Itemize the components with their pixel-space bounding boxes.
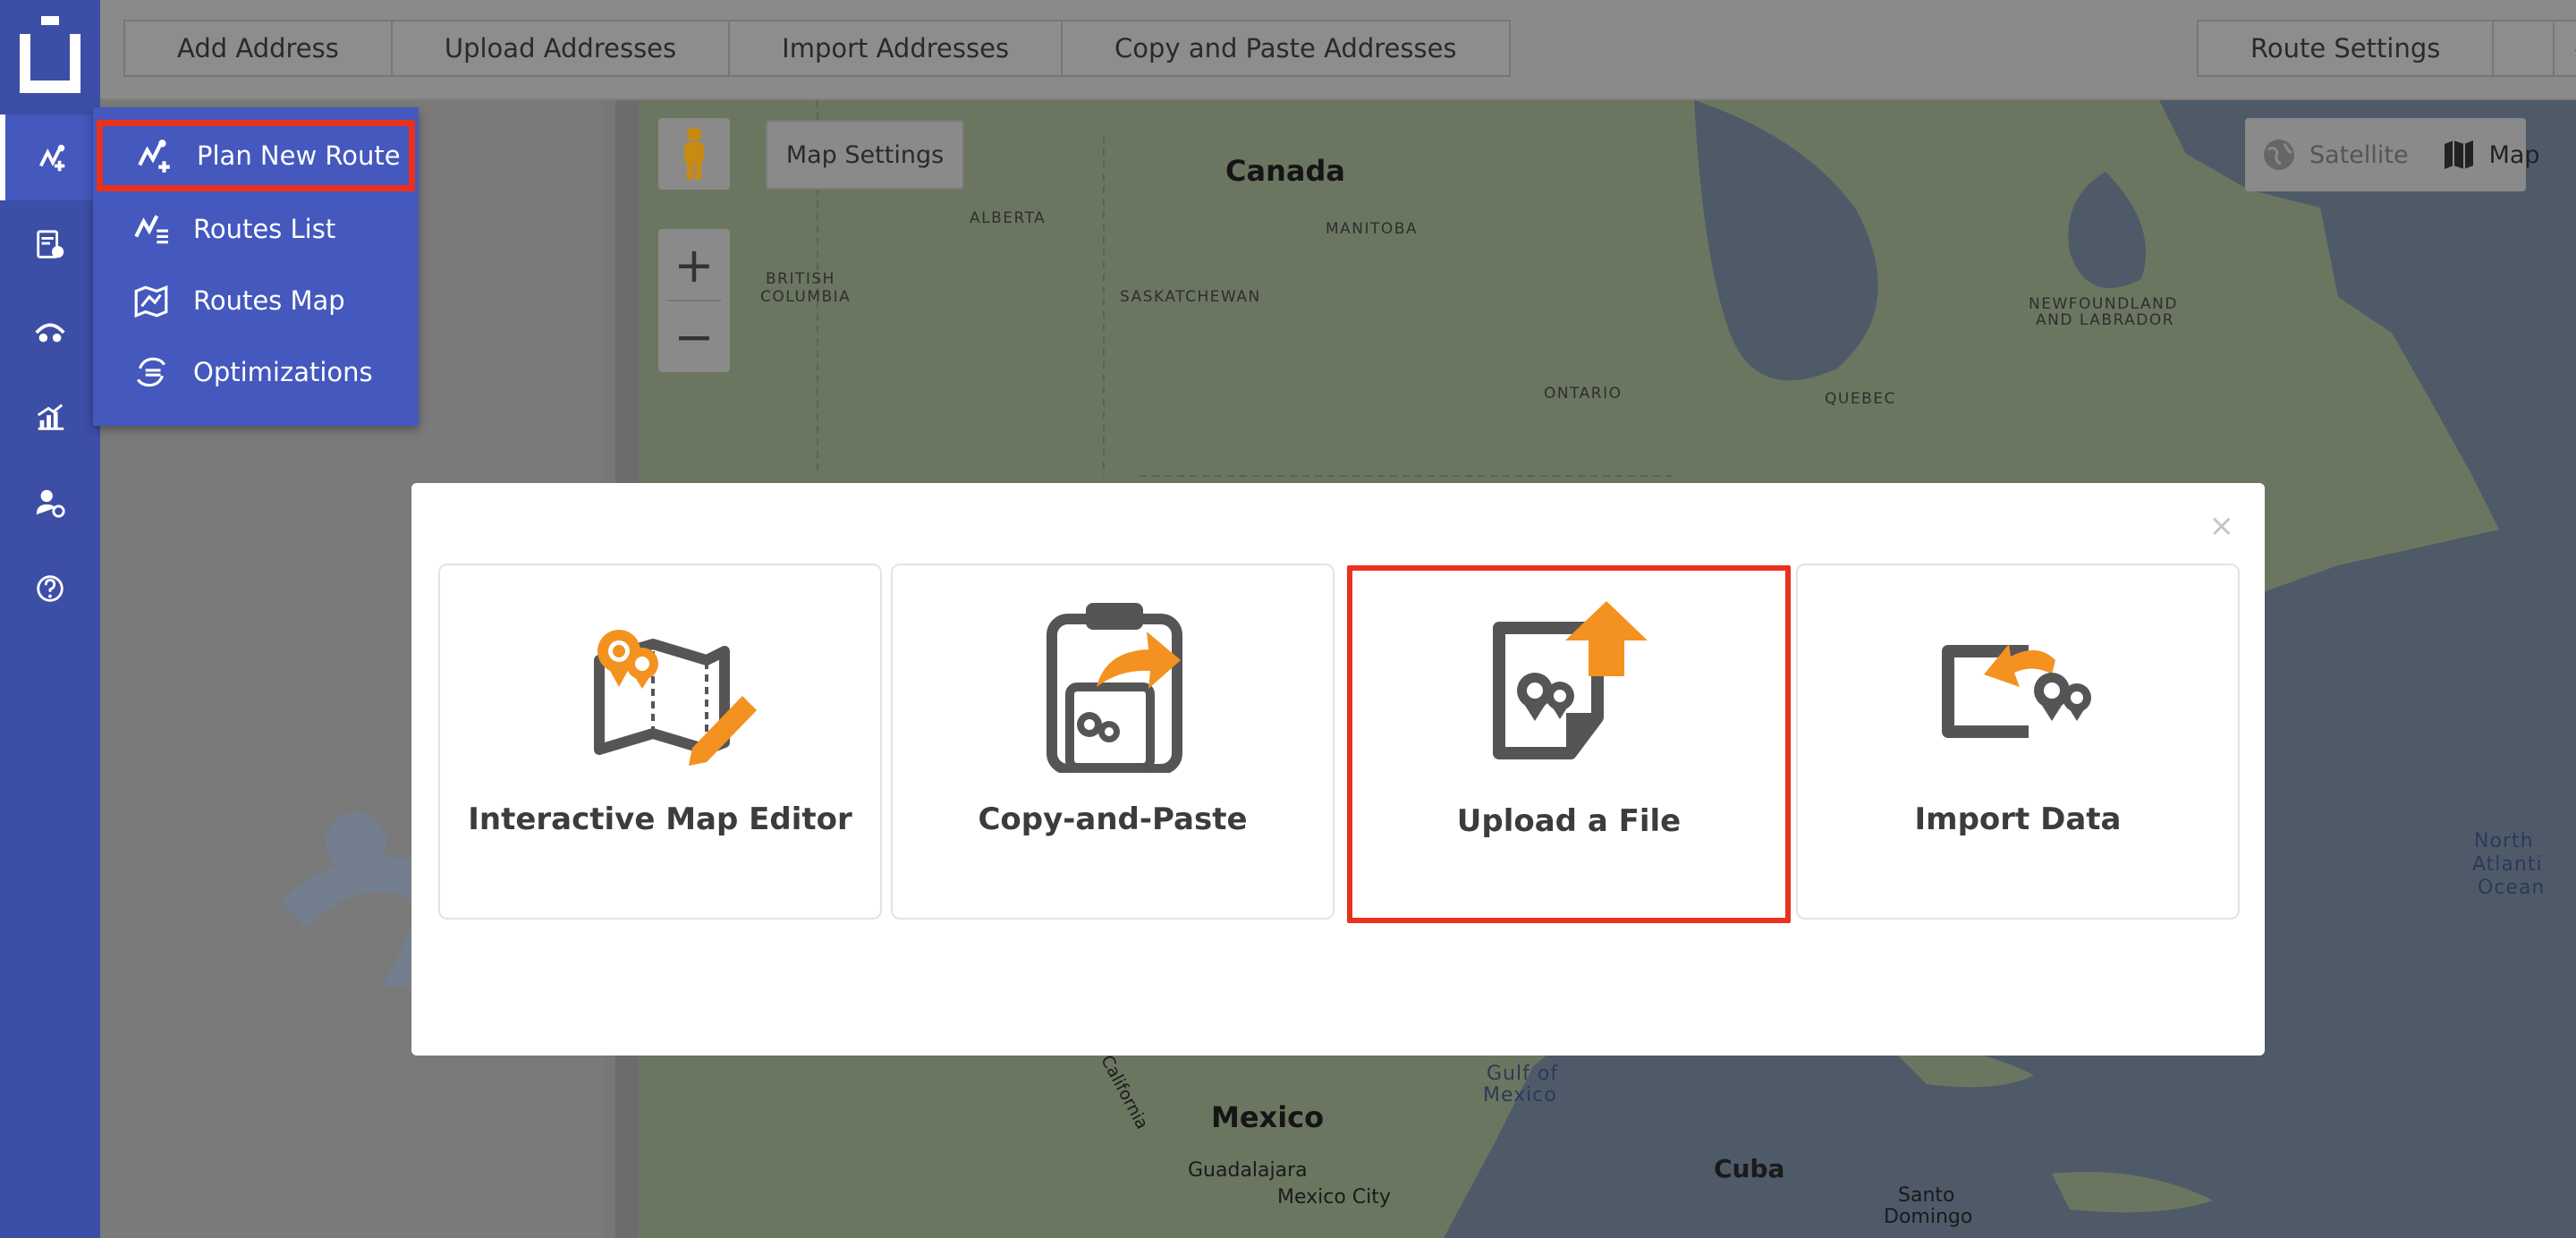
map-label-canada: Canada [1225, 154, 1345, 188]
sidebar [0, 0, 100, 1238]
map-label-cuba: Cuba [1714, 1154, 1785, 1183]
help-icon [37, 575, 64, 602]
card-interactive-map-editor[interactable]: Interactive Map Editor [438, 564, 882, 920]
address-actions-group: Add Address Upload Addresses Import Addr… [123, 20, 1511, 77]
card-label: Interactive Map Editor [468, 801, 852, 837]
optimizations-icon [136, 357, 166, 387]
globe-icon [2264, 140, 2294, 170]
file-upload-icon [1493, 601, 1648, 759]
map-label-newfoundland-1: NEWFOUNDLAND [2029, 295, 2178, 313]
sidebar-item-routes[interactable] [0, 114, 100, 200]
analytics-icon [37, 403, 64, 430]
add-address-button[interactable]: Add Address [125, 21, 393, 75]
map-label-mexico: Mexico [1211, 1100, 1325, 1134]
map-type-control: Satellite Map [2245, 118, 2540, 191]
sidebar-item-analytics[interactable] [0, 374, 100, 460]
sidebar-item-user-settings[interactable] [0, 460, 100, 546]
pegman-icon [684, 127, 704, 180]
map-label-manitoba: MANITOBA [1326, 220, 1419, 238]
map-settings-button[interactable]: Map Settings [766, 120, 964, 190]
sidebar-item-help[interactable] [0, 546, 100, 632]
map-label-guadalajara: Guadalajara [1188, 1159, 1308, 1182]
map-label-north-atlantic-1: North [2474, 830, 2534, 852]
copy-paste-addresses-button[interactable]: Copy and Paste Addresses [1063, 21, 1509, 75]
drivers-icon [35, 323, 65, 343]
map-label: Map [2488, 140, 2540, 169]
clipboard-paste-icon [1046, 603, 1182, 773]
map-option[interactable]: Map [2425, 118, 2556, 191]
card-upload-a-file[interactable]: Upload a File [1347, 565, 1791, 923]
map-label-north-atlantic-3: Ocean [2478, 877, 2546, 899]
close-icon[interactable]: × [2209, 508, 2235, 544]
map-label-british-columbia-1: BRITISH [766, 270, 835, 288]
upload-addresses-button[interactable]: Upload Addresses [393, 21, 731, 75]
satellite-option[interactable]: Satellite [2245, 118, 2425, 191]
map-label-newfoundland-2: AND LABRADOR [2036, 311, 2175, 329]
map-label-saskatchewan: SASKATCHEWAN [1120, 288, 1261, 306]
menu-item-label: Optimizations [193, 357, 373, 387]
menu-item-routes-list[interactable]: Routes List [93, 193, 419, 265]
top-toolbar: Add Address Upload Addresses Import Addr… [100, 0, 2576, 100]
sidebar-item-drivers[interactable] [0, 288, 100, 374]
routes-map-icon [134, 284, 168, 318]
menu-item-label: Routes Map [193, 285, 345, 316]
menu-item-routes-map[interactable]: Routes Map [93, 265, 419, 336]
routes-list-icon [134, 215, 168, 244]
route4me-logo-icon[interactable] [20, 16, 80, 93]
card-import-data[interactable]: Import Data [1796, 564, 2240, 920]
user-settings-icon [36, 489, 65, 518]
menu-item-optimizations[interactable]: Optimizations [93, 336, 419, 408]
satellite-label: Satellite [2309, 140, 2409, 169]
quick-action-button[interactable] [2555, 21, 2576, 75]
menu-item-label: Routes List [193, 214, 336, 244]
map-label-alberta: ALBERTA [970, 209, 1046, 227]
map-label-north-atlantic-2: Atlanti [2472, 853, 2543, 876]
route-settings-button[interactable]: Route Settings [2199, 21, 2495, 75]
map-label-quebec: QUEBEC [1825, 390, 1896, 408]
map-label-mexico-city: Mexico City [1277, 1186, 1391, 1208]
import-data-icon [1942, 644, 2091, 738]
street-view-pegman[interactable] [658, 118, 730, 190]
map-label-ontario: ONTARIO [1544, 385, 1623, 403]
menu-item-plan-new-route[interactable]: Plan New Route [97, 120, 415, 191]
map-label-santo-1: Santo [1898, 1184, 1955, 1207]
plan-route-icon [138, 140, 170, 173]
card-label: Upload a File [1456, 803, 1682, 839]
zoom-out-button[interactable]: − [658, 301, 730, 372]
map-label-gulf-2: Mexico [1483, 1084, 1557, 1107]
card-label: Copy-and-Paste [978, 801, 1248, 837]
map-label-gulf-1: Gulf of [1487, 1063, 1559, 1085]
map-editor-icon [594, 630, 757, 766]
routes-icon [39, 144, 65, 172]
folded-map-icon [2444, 140, 2473, 169]
card-copy-and-paste[interactable]: Copy-and-Paste [891, 564, 1335, 920]
address-book-icon [37, 230, 64, 259]
routes-dropdown-menu: Plan New Route Routes List Routes Map Op… [93, 107, 419, 426]
sidebar-item-addresses[interactable] [0, 202, 100, 288]
route-settings-group: Route Settings [2197, 20, 2576, 77]
map-label-santo-2: Domingo [1884, 1206, 1973, 1228]
map-label-british-columbia-2: COLUMBIA [760, 288, 852, 306]
zoom-divider [667, 300, 721, 301]
menu-item-label: Plan New Route [197, 140, 401, 171]
zoom-control: + − [658, 229, 730, 372]
create-route-modal: × Interactive Map Editor Copy-and-Paste … [411, 483, 2265, 1056]
card-label: Import Data [1914, 801, 2122, 837]
import-addresses-button[interactable]: Import Addresses [730, 21, 1063, 75]
zoom-in-button[interactable]: + [658, 229, 730, 301]
empty-toolbar-button[interactable] [2494, 21, 2555, 75]
